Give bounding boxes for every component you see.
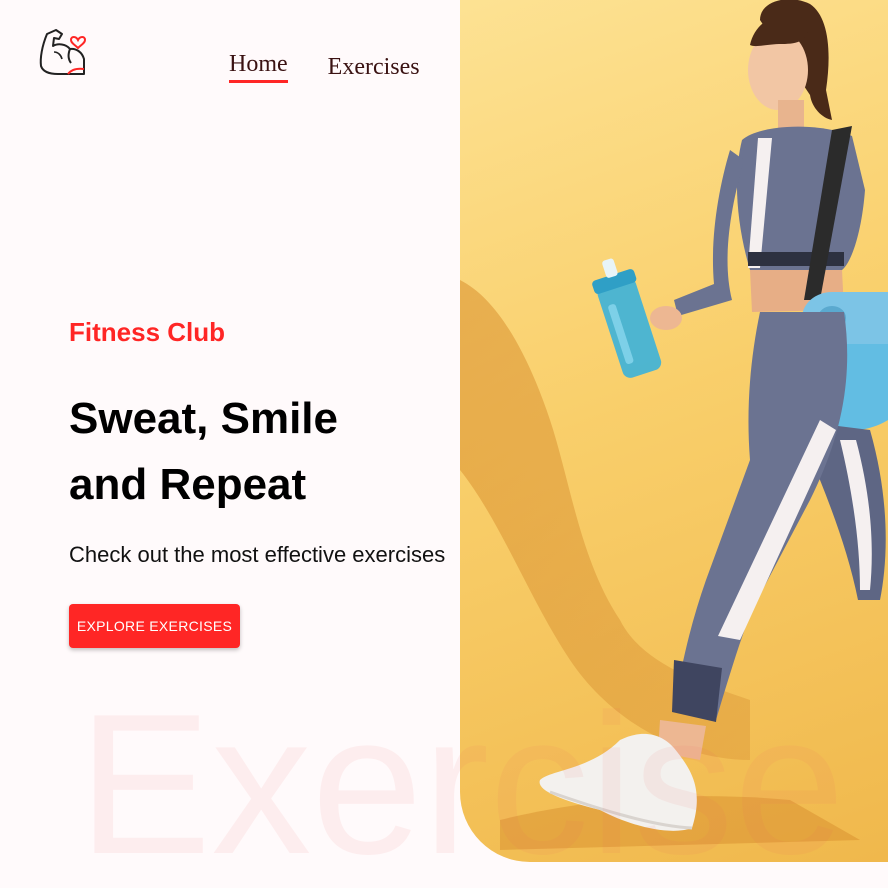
- nav-link-exercises[interactable]: Exercises: [328, 53, 420, 83]
- explore-exercises-button[interactable]: EXPLORE EXERCISES: [69, 604, 240, 648]
- page: Home Exercises Fitness Club Sweat, Smile…: [0, 0, 888, 888]
- nav-link-home[interactable]: Home: [229, 50, 288, 83]
- main-nav: Home Exercises: [229, 50, 420, 83]
- woman-with-gym-bag-illustration: [460, 0, 888, 850]
- hero-subtitle: Check out the most effective exercises: [69, 542, 446, 567]
- headline-line-2: and Repeat: [69, 460, 307, 509]
- hero-headline: Sweat, Smile and Repeat: [69, 386, 429, 518]
- logo[interactable]: [38, 28, 88, 80]
- hero-eyebrow: Fitness Club: [69, 317, 226, 347]
- flexed-arm-heart-icon: [39, 29, 87, 75]
- hero-banner-image: [460, 0, 888, 862]
- headline-line-1: Sweat, Smile: [69, 394, 339, 443]
